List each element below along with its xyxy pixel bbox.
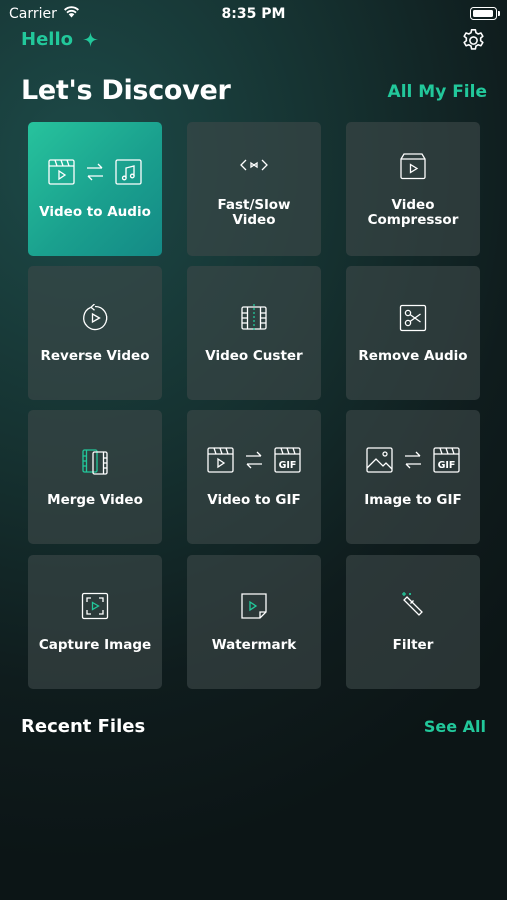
- tool-label: Filter: [392, 637, 434, 653]
- svg-text:GIF: GIF: [438, 460, 456, 471]
- tool-label: Watermark: [211, 637, 297, 653]
- watermark-icon: [187, 592, 321, 620]
- tool-label: Remove Audio: [358, 348, 468, 364]
- video-to-audio-icon: [28, 158, 162, 186]
- tool-label: Capture Image: [38, 637, 152, 653]
- sparkle-icon: [82, 32, 98, 47]
- image-to-gif-icon: GIF: [346, 446, 480, 474]
- settings-gear-icon[interactable]: [460, 27, 487, 54]
- see-all-link[interactable]: See All: [424, 717, 486, 736]
- tool-video-to-audio[interactable]: Video to Audio: [28, 122, 162, 256]
- compress-icon: [346, 153, 480, 180]
- tool-label: Video Compressor: [367, 197, 459, 228]
- tool-label: Fast/Slow Video: [217, 197, 291, 228]
- tool-reverse-video[interactable]: Reverse Video: [28, 266, 162, 400]
- tool-label: Video to GIF: [207, 492, 301, 508]
- page-title: Let's Discover: [21, 75, 231, 106]
- video-to-gif-icon: GIF: [187, 446, 321, 474]
- tool-watermark[interactable]: Watermark: [187, 555, 321, 689]
- tool-merge-video[interactable]: Merge Video: [28, 410, 162, 544]
- all-my-file-link[interactable]: All My File: [388, 82, 487, 102]
- tool-label: Image to GIF: [364, 492, 462, 508]
- tool-video-compressor[interactable]: Video Compressor: [346, 122, 480, 256]
- scissors-icon: [346, 304, 480, 332]
- tool-label: Video Custer: [205, 348, 303, 364]
- status-bar: Carrier 8:35 PM: [0, 0, 507, 28]
- battery-icon: [470, 7, 500, 20]
- tool-label: Video to Audio: [39, 204, 151, 220]
- film-cut-icon: [187, 304, 321, 332]
- tool-image-to-gif[interactable]: GIF Image to GIF: [346, 410, 480, 544]
- greeting-text: Hello: [21, 29, 73, 50]
- tool-filter[interactable]: Filter: [346, 555, 480, 689]
- reverse-icon: [28, 304, 162, 332]
- tool-remove-audio[interactable]: Remove Audio: [346, 266, 480, 400]
- tool-grid: Video to Audio Fast/Slow Video Video Compr…: [28, 122, 480, 689]
- tool-video-to-gif[interactable]: GIF Video to GIF: [187, 410, 321, 544]
- svg-text:GIF: GIF: [279, 460, 297, 471]
- greeting: Hello: [21, 29, 98, 50]
- tool-fast-slow-video[interactable]: Fast/Slow Video: [187, 122, 321, 256]
- tool-label: Reverse Video: [40, 348, 150, 364]
- tool-label: Merge Video: [47, 492, 143, 508]
- tool-video-custer[interactable]: Video Custer: [187, 266, 321, 400]
- speed-icon: [187, 158, 321, 172]
- clock: 8:35 PM: [221, 6, 286, 22]
- tool-capture-image[interactable]: Capture Image: [28, 555, 162, 689]
- merge-icon: [28, 448, 162, 476]
- capture-icon: [28, 592, 162, 620]
- recent-files-heading: Recent Files: [21, 716, 146, 737]
- magic-wand-icon: [346, 591, 480, 619]
